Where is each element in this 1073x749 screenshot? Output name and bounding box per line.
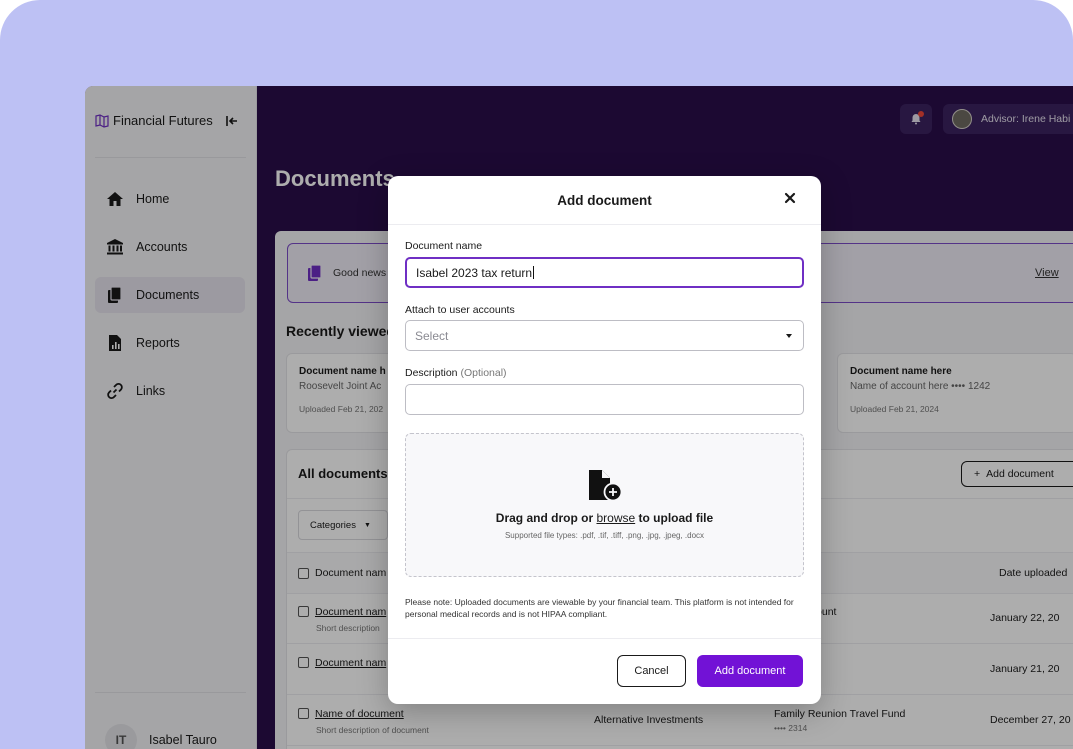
add-document-modal: Add document Document name Isabel 2023 t… [388,176,821,704]
caret-down-icon [786,334,792,338]
document-name-value: Isabel 2023 tax return [416,265,533,280]
dropzone-suffix: to upload file [638,511,714,525]
modal-title: Add document [557,193,652,208]
close-icon[interactable] [783,191,797,205]
file-dropzone[interactable]: Drag and drop or browse to upload file S… [405,433,804,577]
text-caret [533,266,535,279]
modal-header: Add document [388,176,821,225]
document-name-label: Document name [405,240,483,252]
cancel-button[interactable]: Cancel [617,655,686,687]
description-label: Description (Optional) [405,367,507,379]
description-label-text: Description [405,367,458,379]
description-input[interactable] [405,384,804,415]
attach-accounts-placeholder: Select [415,328,449,343]
attach-accounts-label: Attach to user accounts [405,304,515,316]
browse-link[interactable]: browse [596,511,635,525]
dropzone-instructions: Drag and drop or browse to upload file [406,511,803,525]
attach-accounts-select[interactable]: Select [405,320,804,351]
dropzone-prefix: Drag and drop or [495,511,594,525]
supported-file-types: Supported file types: .pdf, .tif, .tiff,… [504,531,705,540]
file-add-icon [589,470,623,502]
document-name-input[interactable]: Isabel 2023 tax return [405,257,804,288]
optional-hint: (Optional) [460,367,507,379]
screenshot-stage: Financial Futures Home Accounts Document… [0,0,1073,749]
add-document-submit-button[interactable]: Add document [697,655,803,687]
modal-footer-divider [388,638,821,639]
upload-note: Please note: Uploaded documents are view… [405,597,794,620]
